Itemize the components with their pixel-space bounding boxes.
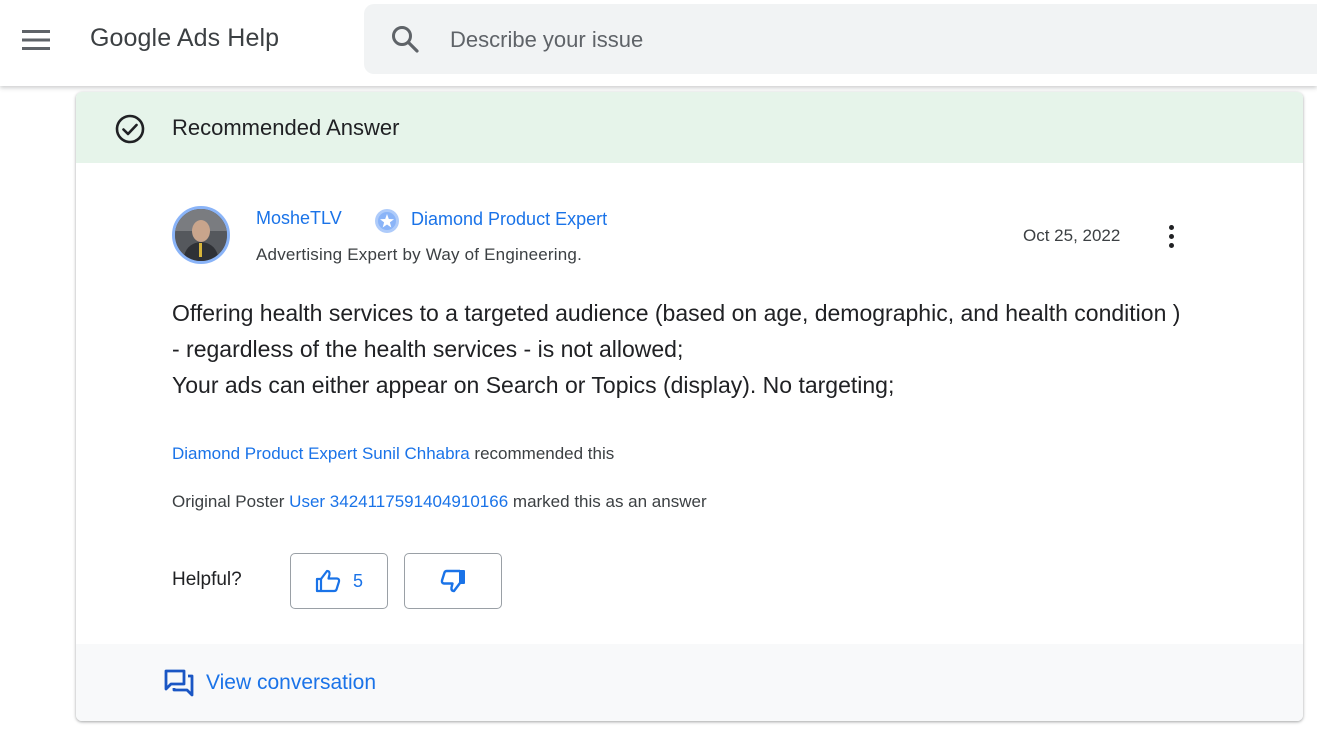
- avatar[interactable]: [172, 206, 230, 264]
- more-vert-icon-dot: [1168, 242, 1174, 248]
- app-title[interactable]: Google Ads Help: [90, 24, 279, 53]
- answer-paragraph: Offering health services to a targeted a…: [172, 300, 1181, 362]
- diamond-badge-icon: [375, 209, 399, 233]
- upvote-count: 5: [352, 570, 363, 591]
- thumb-down-icon: [440, 569, 465, 593]
- search-icon[interactable]: [390, 24, 420, 54]
- main-menu-button[interactable]: [14, 18, 58, 62]
- recommended-answer-card: Recommended Answer MosheTLV Diamond Prod…: [76, 92, 1303, 721]
- original-poster-user-link[interactable]: User 3424117591404910166: [289, 492, 508, 511]
- recommended-suffix: recommended this: [474, 444, 615, 463]
- answer-body: Offering health services to a targeted a…: [172, 295, 1182, 403]
- author-name[interactable]: MosheTLV: [256, 208, 342, 229]
- forum-icon: [164, 669, 194, 697]
- recommended-by-line: Diamond Product Expert Sunil Chhabra rec…: [172, 444, 614, 464]
- author-title: Advertising Expert by Way of Engineering…: [256, 245, 583, 264]
- recommender-badge-link[interactable]: Diamond Product Expert: [172, 444, 357, 463]
- post-date: Oct 25, 2022: [1023, 226, 1121, 245]
- marked-answer-suffix: marked this as an answer: [512, 492, 707, 511]
- thumbs-up-button[interactable]: 5: [290, 553, 388, 609]
- search-bar[interactable]: [364, 4, 1317, 74]
- recommender-name-link[interactable]: Sunil Chhabra: [362, 444, 470, 463]
- hamburger-menu-icon: [22, 30, 50, 50]
- original-poster-line: Original Poster User 3424117591404910166…: [172, 492, 707, 512]
- card-footer: View conversation: [76, 644, 1303, 721]
- view-conversation-label: View conversation: [206, 671, 377, 694]
- original-poster-prefix: Original Poster: [172, 492, 285, 511]
- thumbs-down-button[interactable]: [404, 553, 502, 609]
- helpful-label: Helpful?: [172, 569, 242, 590]
- top-app-bar: Google Ads Help: [0, 0, 1317, 86]
- more-options-button[interactable]: [1156, 220, 1186, 252]
- answer-paragraph: Your ads can either appear on Search or …: [172, 372, 895, 398]
- more-vert-icon-dot: [1168, 233, 1174, 239]
- recommended-answer-banner: Recommended Answer: [76, 92, 1303, 163]
- check-circle-icon: [115, 114, 145, 144]
- avatar-photo: [175, 209, 227, 261]
- view-conversation-link[interactable]: View conversation: [164, 666, 376, 700]
- recommended-answer-title: Recommended Answer: [172, 115, 400, 140]
- thumb-up-icon: [315, 569, 341, 593]
- search-input[interactable]: [448, 22, 1252, 58]
- more-vert-icon-dot: [1168, 224, 1174, 230]
- author-badge-label[interactable]: Diamond Product Expert: [411, 209, 607, 230]
